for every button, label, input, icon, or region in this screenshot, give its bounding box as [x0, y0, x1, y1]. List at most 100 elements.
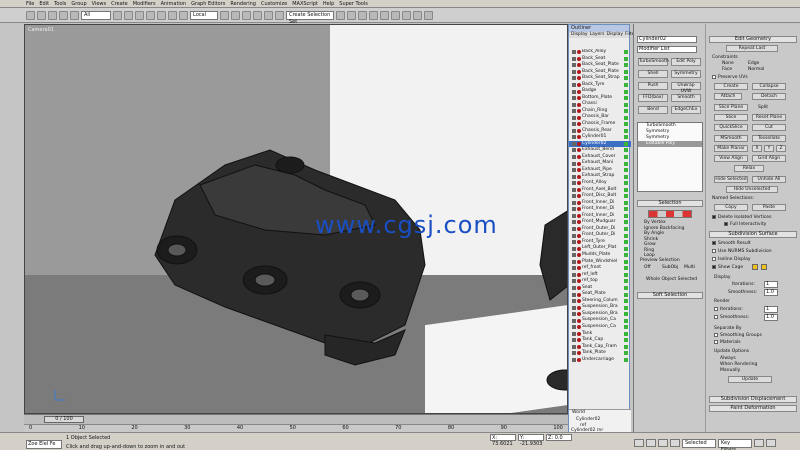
soft-selection-rollout[interactable]: Soft Selection: [637, 292, 703, 299]
slice-plane-button[interactable]: Slice Plane: [714, 104, 748, 111]
menu-item-help[interactable]: Help: [323, 1, 334, 7]
visibility-icon[interactable]: [572, 56, 576, 61]
grid-align-button[interactable]: Grid Align: [752, 155, 786, 162]
full-interactivity-checkbox[interactable]: [724, 222, 728, 226]
stack-item[interactable]: Editable Poly: [638, 141, 702, 147]
preview-subobj-radio[interactable]: SubObj: [662, 265, 678, 270]
modifier-button[interactable]: Unwrap UVW: [671, 82, 701, 94]
visibility-icon[interactable]: [572, 89, 576, 94]
visibility-icon[interactable]: [572, 227, 576, 232]
visibility-icon[interactable]: [572, 285, 576, 290]
use-nurms-checkbox[interactable]: [712, 249, 716, 253]
constraint-none-radio[interactable]: None: [722, 61, 734, 66]
time-slider[interactable]: 0 / 100: [44, 416, 84, 423]
visibility-icon[interactable]: [572, 187, 576, 192]
visibility-icon[interactable]: [572, 272, 576, 277]
subobject-icons[interactable]: [648, 210, 692, 218]
split-checkbox[interactable]: Split: [758, 105, 768, 110]
visibility-icon[interactable]: [572, 135, 576, 140]
menu-item-graph-editors[interactable]: Graph Editors: [191, 1, 225, 7]
visibility-icon[interactable]: [572, 253, 576, 258]
menu-item-views[interactable]: Views: [92, 1, 106, 7]
rotate-icon[interactable]: [168, 10, 177, 20]
view-align-button[interactable]: View Align: [714, 155, 748, 162]
modifier-button[interactable]: Shell: [638, 70, 668, 78]
spinner-snap-icon[interactable]: [275, 10, 284, 20]
visibility-icon[interactable]: [572, 194, 576, 199]
planar-z-button[interactable]: Z: [776, 145, 786, 152]
named-selection-set[interactable]: Create Selection Set: [286, 10, 334, 25]
visibility-icon[interactable]: [572, 312, 576, 317]
render-iterations-checkbox[interactable]: [714, 307, 718, 311]
update-button[interactable]: Update: [728, 376, 772, 383]
display-smoothness-field[interactable]: 1.0: [764, 289, 778, 296]
render-smoothness-field[interactable]: 1.0: [764, 314, 778, 321]
visibility-icon[interactable]: [572, 338, 576, 343]
constraint-edge-radio[interactable]: Edge: [748, 61, 759, 66]
modifier-button[interactable]: Smooth: [671, 94, 701, 102]
unlink-icon[interactable]: [59, 10, 68, 20]
window-crossing-icon[interactable]: [146, 10, 155, 20]
visibility-icon[interactable]: [572, 155, 576, 160]
visibility-icon[interactable]: [572, 279, 576, 284]
render-setup-icon[interactable]: [402, 10, 411, 20]
menu-item-rendering[interactable]: Rendering: [230, 1, 256, 7]
constraint-face-radio[interactable]: Face: [722, 67, 732, 72]
show-cage-checkbox[interactable]: [712, 265, 716, 269]
visibility-icon[interactable]: [572, 207, 576, 212]
visibility-icon[interactable]: [572, 266, 576, 271]
visibility-icon[interactable]: [572, 220, 576, 225]
scale-icon[interactable]: [179, 10, 188, 20]
constraint-normal-radio[interactable]: Normal: [748, 67, 764, 72]
modifier-stack[interactable]: TurboSmooth Symmetry Symmetry Editable Poly: [637, 122, 703, 192]
next-frame-icon[interactable]: [670, 439, 680, 447]
manipulate-icon[interactable]: [231, 10, 240, 20]
visibility-icon[interactable]: [572, 240, 576, 245]
viewport-label[interactable]: Camera01: [28, 27, 54, 33]
select-by-name-icon[interactable]: [124, 10, 133, 20]
visibility-icon[interactable]: [572, 168, 576, 173]
reference-coord-select[interactable]: Local: [190, 10, 218, 20]
relax-button[interactable]: Relax: [734, 165, 764, 172]
go-to-start-icon[interactable]: [634, 439, 644, 447]
visibility-icon[interactable]: [572, 299, 576, 304]
selection-option[interactable]: By Angle: [644, 231, 664, 236]
menu-item-maxscript[interactable]: MAXScript: [292, 1, 318, 7]
select-icon[interactable]: [113, 10, 122, 20]
modifier-button[interactable]: Bend: [638, 106, 668, 114]
visibility-icon[interactable]: [572, 351, 576, 356]
schematic-view-icon[interactable]: [380, 10, 389, 20]
menu-item-edit[interactable]: Edit: [39, 1, 49, 7]
visibility-icon[interactable]: [572, 325, 576, 330]
object-name-field[interactable]: Cylinder02: [637, 36, 697, 43]
reset-plane-button[interactable]: Reset Plane: [752, 114, 786, 121]
tessellate-button[interactable]: Tessellate: [752, 135, 786, 142]
outliner-menu-item[interactable]: Display: [607, 32, 624, 38]
visibility-icon[interactable]: [572, 161, 576, 166]
visibility-icon[interactable]: [572, 246, 576, 251]
modifier-button[interactable]: Push: [638, 82, 668, 90]
angle-snap-icon[interactable]: [253, 10, 262, 20]
render-frame-icon[interactable]: [413, 10, 422, 20]
modifier-button[interactable]: Edit Poly: [671, 58, 701, 66]
copy-button[interactable]: Copy: [714, 204, 748, 211]
mirror-icon[interactable]: [336, 10, 345, 20]
selection-filter[interactable]: All: [81, 10, 111, 20]
visibility-icon[interactable]: [572, 292, 576, 297]
visibility-icon[interactable]: [572, 63, 576, 68]
subdivision-displacement-rollout[interactable]: Subdivision Displacement: [709, 396, 797, 403]
selection-rollout[interactable]: Selection: [637, 200, 703, 207]
menu-item-file[interactable]: File: [26, 1, 34, 7]
percent-snap-icon[interactable]: [264, 10, 273, 20]
region-select-icon[interactable]: [135, 10, 144, 20]
materials-checkbox[interactable]: [714, 340, 718, 344]
modifier-list-dropdown[interactable]: Modifier List: [637, 46, 697, 53]
modifier-button[interactable]: FFD(box): [638, 94, 668, 102]
slice-button[interactable]: Slice: [714, 114, 748, 121]
update-manually-radio[interactable]: Manually: [720, 368, 740, 373]
selection-option[interactable]: Shrink: [644, 237, 658, 242]
visibility-icon[interactable]: [572, 233, 576, 238]
visibility-icon[interactable]: [572, 213, 576, 218]
cage-color-swatch-1[interactable]: [752, 264, 758, 270]
modifier-button[interactable]: TurboSmooth: [638, 58, 669, 66]
